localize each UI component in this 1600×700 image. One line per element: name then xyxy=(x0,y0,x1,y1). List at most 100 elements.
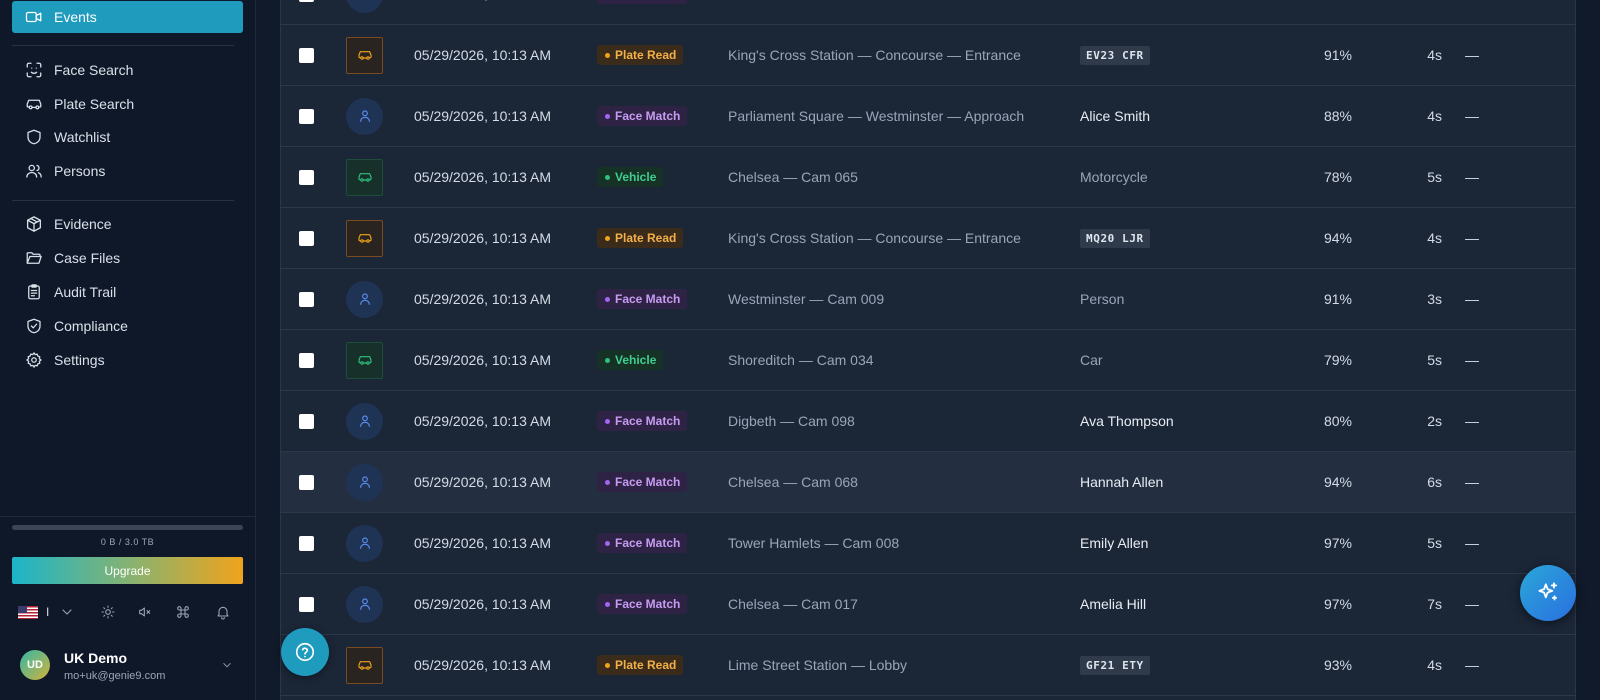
table-row[interactable]: 05/29/2026, 10:13 AM Plate Read Lime Stree… xyxy=(281,635,1575,696)
sidebar-item-plate-search[interactable]: Plate Search xyxy=(12,89,243,119)
event-time: 05/29/2026, 10:13 AM xyxy=(414,657,551,673)
table-row[interactable]: 05/29/2026, 10:13 AM Face Match Westminste… xyxy=(281,269,1575,330)
sidebar-item-settings[interactable]: Settings xyxy=(12,345,243,375)
question-circle-icon xyxy=(294,641,316,663)
sidebar-item-watchlist[interactable]: Watchlist xyxy=(12,122,243,152)
event-type-cell: Face Match xyxy=(597,269,688,329)
ai-assistant-button[interactable] xyxy=(1520,565,1576,621)
row-checkbox[interactable] xyxy=(299,86,315,146)
face-thumbnail[interactable] xyxy=(346,513,383,573)
plate-number: GF21 ETY xyxy=(1080,655,1150,675)
sun-icon[interactable] xyxy=(99,603,117,621)
table-row[interactable]: 05/29/2026, 10:13 AM Face Match Digbeth — … xyxy=(281,391,1575,452)
plate-thumbnail[interactable] xyxy=(346,25,383,85)
event-confidence: 91% xyxy=(1323,291,1352,307)
row-checkbox[interactable] xyxy=(299,147,315,207)
event-type-label: Vehicle xyxy=(615,170,657,184)
bell-icon[interactable] xyxy=(214,603,232,621)
car-icon xyxy=(357,657,373,673)
event-time: 05/29/2026, 10:13 AM xyxy=(414,535,551,551)
sidebar-divider xyxy=(12,45,234,46)
table-row[interactable]: 05/29/2026, 10:13 AM Face Match xyxy=(281,0,1575,25)
table-row[interactable]: 05/29/2026, 10:13 AM Face Match Parliament… xyxy=(281,86,1575,147)
face-thumbnail[interactable] xyxy=(346,269,383,329)
vehicle-thumbnail[interactable] xyxy=(346,147,383,207)
sidebar-item-case-files[interactable]: Case Files xyxy=(12,243,243,273)
language-code[interactable]: I xyxy=(46,605,49,619)
plate-thumbnail[interactable] xyxy=(346,208,383,268)
event-type-badge: Face Match xyxy=(597,411,688,431)
event-type-badge: Vehicle xyxy=(597,167,664,187)
event-type-label: Face Match xyxy=(615,109,681,123)
row-checkbox[interactable] xyxy=(299,0,315,24)
sidebar-item-label: Evidence xyxy=(54,216,112,232)
row-checkbox[interactable] xyxy=(299,574,315,634)
sidebar-toolbar: I xyxy=(18,601,243,623)
event-type-badge: Plate Read xyxy=(597,45,684,65)
user-name[interactable]: UK Demo xyxy=(64,650,127,666)
table-row[interactable]: 05/29/2026, 10:13 AM Face Match Tower Haml… xyxy=(281,513,1575,574)
us-flag-icon[interactable] xyxy=(18,605,38,619)
event-type-label: Face Match xyxy=(615,475,681,489)
event-extra: — xyxy=(1465,169,1479,185)
sidebar-item-label: Compliance xyxy=(54,318,128,334)
avatar[interactable]: UD xyxy=(20,650,50,680)
sidebar-item-persons[interactable]: Persons xyxy=(12,156,243,186)
event-extra: — xyxy=(1465,535,1479,551)
row-checkbox[interactable] xyxy=(299,391,315,451)
face-thumbnail[interactable] xyxy=(346,86,383,146)
event-confidence: 88% xyxy=(1323,108,1352,124)
chevron-down-icon[interactable] xyxy=(58,603,76,621)
event-type-cell: Plate Read xyxy=(597,635,684,695)
event-duration: 5s xyxy=(1427,535,1442,551)
event-duration: 7s xyxy=(1427,596,1442,612)
chevron-down-icon[interactable] xyxy=(220,658,234,672)
car-icon xyxy=(357,352,373,368)
sidebar-item-face-search[interactable]: Face Search xyxy=(12,55,243,85)
event-location: Parliament Square — Westminster — Approa… xyxy=(728,108,1025,124)
row-checkbox[interactable] xyxy=(299,513,315,573)
event-extra: — xyxy=(1465,413,1479,429)
row-checkbox[interactable] xyxy=(299,25,315,85)
table-row[interactable]: 05/29/2026, 10:13 AM Plate Read King's Cro… xyxy=(281,208,1575,269)
row-checkbox[interactable] xyxy=(299,330,315,390)
sidebar-item-label: Watchlist xyxy=(54,129,111,145)
row-checkbox[interactable] xyxy=(299,208,315,268)
event-type-badge: Plate Read xyxy=(597,655,684,675)
event-time: 05/29/2026, 10:13 AM xyxy=(414,596,551,612)
face-thumbnail[interactable] xyxy=(346,391,383,451)
table-row[interactable]: 05/29/2026, 10:13 AM Plate Read King's Cro… xyxy=(281,25,1575,86)
row-checkbox[interactable] xyxy=(299,452,315,512)
face-thumbnail[interactable] xyxy=(346,0,383,24)
users-icon xyxy=(25,162,43,180)
sidebar-item-label: Face Search xyxy=(54,62,134,78)
event-type-cell: Plate Read xyxy=(597,208,684,268)
face-thumbnail[interactable] xyxy=(346,452,383,512)
upgrade-button[interactable]: Upgrade xyxy=(12,557,243,584)
event-type-cell: Face Match xyxy=(597,391,688,451)
table-row[interactable]: 05/29/2026, 10:13 AM Vehicle Chelsea — Cam… xyxy=(281,147,1575,208)
event-confidence: 91% xyxy=(1323,47,1352,63)
storage-usage-text: 0 B / 3.0 TB xyxy=(100,537,155,547)
event-confidence: 79% xyxy=(1323,352,1352,368)
sidebar-item-evidence[interactable]: Evidence xyxy=(12,209,243,239)
event-confidence: 94% xyxy=(1323,474,1352,490)
table-row[interactable]: 05/29/2026, 10:13 AM Face Match Chelsea — … xyxy=(281,452,1575,513)
sidebar-item-audit-trail[interactable]: Audit Trail xyxy=(12,277,243,307)
sidebar-item-events[interactable]: Events xyxy=(12,1,243,33)
car-icon xyxy=(357,230,373,246)
event-confidence: 93% xyxy=(1323,657,1352,673)
table-row[interactable]: 05/29/2026, 10:13 AM Face Match Chelsea — … xyxy=(281,574,1575,635)
plate-thumbnail[interactable] xyxy=(346,635,383,695)
event-duration: 3s xyxy=(1427,291,1442,307)
table-row[interactable]: 05/29/2026, 10:13 AM Vehicle Shoreditch — … xyxy=(281,330,1575,391)
row-checkbox[interactable] xyxy=(299,269,315,329)
command-icon[interactable] xyxy=(174,603,192,621)
vehicle-thumbnail[interactable] xyxy=(346,330,383,390)
event-location: Chelsea — Cam 065 xyxy=(728,169,858,185)
help-button[interactable] xyxy=(281,628,329,676)
sidebar-item-compliance[interactable]: Compliance xyxy=(12,311,243,341)
face-thumbnail[interactable] xyxy=(346,574,383,634)
volume-mute-icon[interactable] xyxy=(136,603,154,621)
user-icon xyxy=(357,596,373,612)
